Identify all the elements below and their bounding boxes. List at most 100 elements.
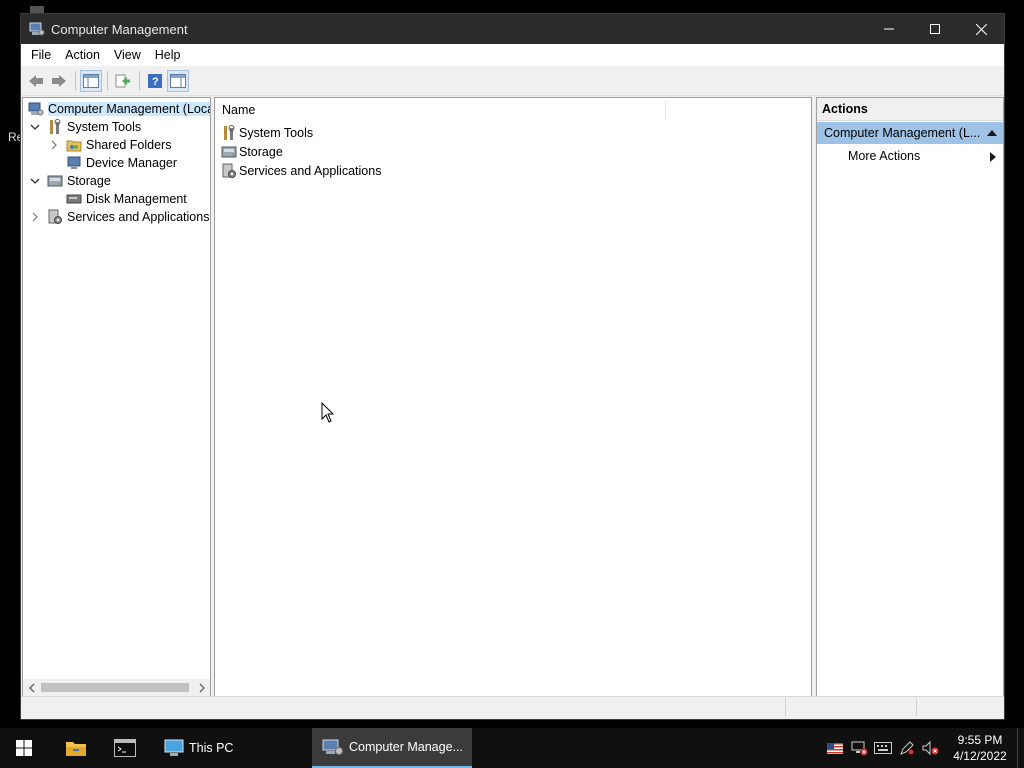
column-header-name[interactable]: Name — [215, 103, 255, 117]
tree-item-shared-folders[interactable]: Shared Folders — [48, 136, 171, 154]
list-item-storage[interactable]: Storage — [215, 142, 811, 161]
chevron-right-icon[interactable] — [29, 211, 41, 223]
keyboard-language-flag-icon[interactable] — [826, 740, 844, 756]
forward-button[interactable] — [48, 70, 70, 92]
tree-label: System Tools — [67, 120, 142, 134]
svg-text:?: ? — [152, 76, 159, 88]
computer-management-window: Computer Management File Action View Hel… — [20, 13, 1005, 720]
title-bar[interactable]: Computer Management — [21, 14, 1004, 44]
taskbar: This PC Computer Manage... 9:55 PM 4/12/… — [0, 728, 1024, 768]
taskbar-computer-management[interactable]: Computer Manage... — [312, 728, 472, 768]
status-segment — [785, 699, 786, 716]
keyboard-icon[interactable] — [874, 740, 892, 756]
maximize-button[interactable] — [912, 14, 958, 44]
chevron-right-icon[interactable] — [48, 139, 60, 151]
terminal-icon — [114, 739, 136, 757]
export-list-button[interactable] — [112, 70, 134, 92]
help-button[interactable]: ? — [144, 70, 166, 92]
list-item-label: Services and Applications — [239, 163, 382, 178]
taskbar-item-label: Computer Manage... — [349, 740, 463, 754]
menu-file[interactable]: File — [21, 44, 58, 66]
volume-muted-icon[interactable] — [922, 740, 940, 756]
tree-label: Services and Applications — [67, 210, 210, 224]
actions-header: Actions — [817, 98, 1003, 121]
tree-label: Storage — [67, 174, 111, 188]
show-desktop-button[interactable] — [1017, 728, 1024, 768]
taskbar-this-pc[interactable]: This PC — [155, 728, 310, 768]
system-tools-icon — [221, 124, 237, 141]
action-pane-icon — [170, 74, 186, 88]
tree-label: Disk Management — [86, 192, 187, 206]
menu-view[interactable]: View — [107, 44, 148, 66]
computer-management-icon — [28, 101, 44, 117]
tree-label: Device Manager — [86, 156, 178, 170]
device-manager-icon — [66, 155, 82, 171]
actions-section-computer-management[interactable]: Computer Management (L... — [817, 122, 1003, 144]
tree-item-computer-management[interactable]: Computer Management (Local — [28, 100, 210, 118]
tree-label: Shared Folders — [86, 138, 172, 152]
toolbar-separator — [75, 71, 76, 91]
menu-help[interactable]: Help — [148, 44, 188, 66]
network-disconnected-icon[interactable] — [850, 740, 868, 756]
tree-item-storage[interactable]: Storage — [29, 172, 111, 190]
computer-management-icon — [29, 22, 45, 36]
clock-time: 9:55 PM — [957, 733, 1003, 747]
system-tray: 9:55 PM 4/12/2022 — [823, 728, 1024, 768]
console-tree[interactable]: Computer Management (Local System Tools … — [22, 97, 211, 697]
tree-item-system-tools[interactable]: System Tools — [29, 118, 141, 136]
tree-item-device-manager[interactable]: Device Manager — [66, 154, 177, 172]
tree-label: Computer Management (Local — [48, 102, 210, 116]
back-arrow-icon — [29, 75, 43, 87]
status-bar — [21, 696, 1004, 719]
computer-management-icon — [322, 739, 343, 755]
show-hide-action-pane-button[interactable] — [167, 70, 189, 92]
close-icon — [975, 23, 987, 35]
windows-logo-icon — [16, 740, 32, 756]
storage-icon — [221, 144, 237, 160]
list-item-label: System Tools — [239, 125, 314, 140]
list-header: Name — [215, 98, 811, 123]
list-item-system-tools[interactable]: System Tools — [215, 123, 811, 142]
taskbar-terminal[interactable] — [101, 728, 149, 768]
collapse-up-icon[interactable] — [987, 129, 997, 136]
clock-date: 4/12/2022 — [953, 749, 1007, 763]
chevron-down-icon[interactable] — [29, 121, 41, 133]
scroll-right-icon[interactable] — [193, 679, 210, 696]
chevron-down-icon[interactable] — [29, 175, 41, 187]
mouse-pointer-icon — [321, 402, 335, 423]
show-hide-console-tree-button[interactable] — [80, 70, 102, 92]
tree-item-services-and-applications[interactable]: Services and Applications — [29, 208, 209, 226]
close-button[interactable] — [958, 14, 1004, 44]
maximize-icon — [930, 24, 940, 34]
minimize-button[interactable] — [866, 14, 912, 44]
scrollbar-thumb[interactable] — [41, 683, 189, 692]
services-and-applications-icon — [221, 163, 237, 179]
taskbar-file-explorer[interactable] — [52, 728, 100, 768]
file-explorer-icon — [66, 742, 86, 756]
pen-tool-icon[interactable] — [898, 740, 916, 756]
toolbar-separator — [139, 71, 140, 91]
export-list-icon — [115, 74, 130, 88]
storage-icon — [47, 173, 63, 189]
shared-folders-icon — [66, 137, 82, 153]
more-actions-label: More Actions — [848, 149, 921, 163]
menu-action[interactable]: Action — [58, 44, 107, 66]
tree-horizontal-scrollbar[interactable] — [23, 679, 210, 696]
forward-arrow-icon — [52, 75, 66, 87]
console-tree-icon — [83, 74, 99, 88]
actions-section-label: Computer Management (L... — [824, 126, 981, 140]
minimize-icon — [884, 28, 894, 30]
list-item-services-and-applications[interactable]: Services and Applications — [215, 161, 811, 180]
tree-item-disk-management[interactable]: Disk Management — [66, 190, 187, 208]
column-divider[interactable] — [665, 100, 666, 120]
back-button[interactable] — [25, 70, 47, 92]
submenu-arrow-icon — [990, 152, 996, 162]
scroll-left-icon[interactable] — [23, 679, 40, 696]
more-actions-item[interactable]: More Actions — [817, 144, 1003, 168]
taskbar-clock[interactable]: 9:55 PM 4/12/2022 — [947, 732, 1013, 764]
list-item-label: Storage — [239, 144, 283, 159]
help-icon: ? — [148, 74, 162, 88]
results-pane[interactable]: Name System Tools Storage Services and A… — [214, 97, 812, 697]
services-and-applications-icon — [47, 209, 63, 225]
start-button[interactable] — [0, 728, 48, 768]
